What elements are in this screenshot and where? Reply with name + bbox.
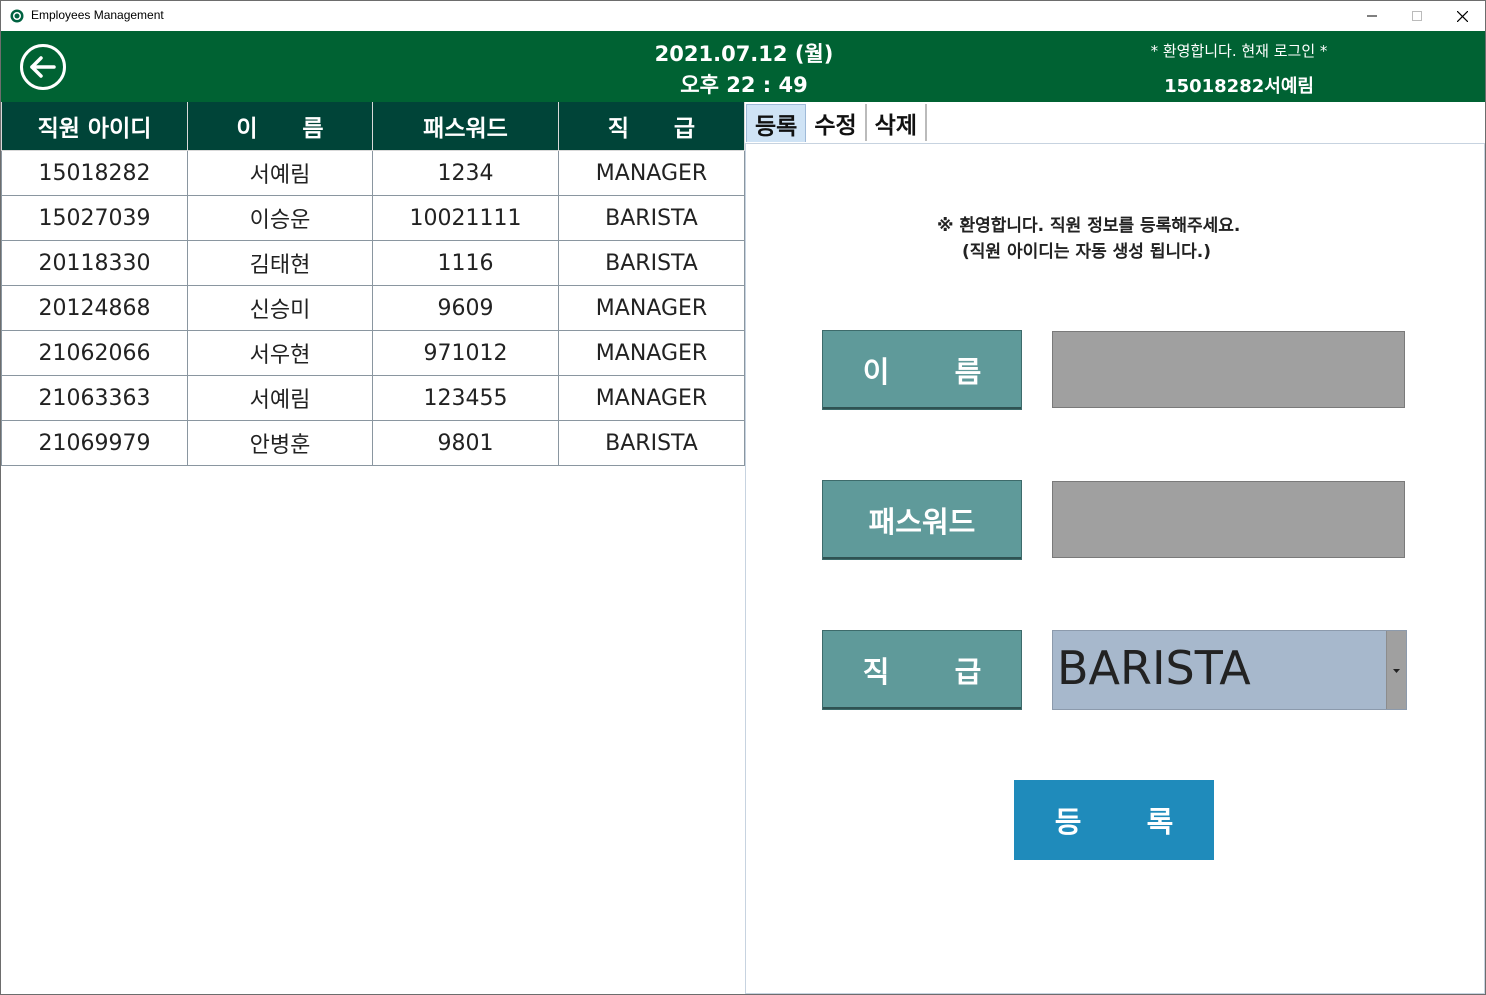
starbucks-logo-icon [10, 9, 24, 23]
minimize-icon [1367, 15, 1377, 17]
grade-selected-value: BARISTA [1057, 641, 1251, 695]
table-row[interactable]: 21063363 서예림 123455 MANAGER [1, 375, 745, 421]
cell-name[interactable]: 이승운 [187, 195, 373, 241]
cell-password[interactable]: 1116 [372, 240, 559, 286]
register-notice-sub: (직원 아이디는 자동 생성 됩니다.) [962, 242, 1211, 262]
table-row[interactable]: 20118330 김태현 1116 BARISTA [1, 240, 745, 286]
employee-table: 직원 아이디 이 름 패스워드 직 급 15018282 서예림 1234 MA… [1, 102, 745, 466]
cell-employee-id[interactable]: 21069979 [1, 420, 188, 466]
cell-employee-id[interactable]: 21063363 [1, 375, 188, 421]
column-header-name[interactable]: 이 름 [187, 102, 373, 151]
cell-password[interactable]: 9801 [372, 420, 559, 466]
column-header-password[interactable]: 패스워드 [372, 102, 559, 151]
table-row[interactable]: 21062066 서우현 971012 MANAGER [1, 330, 745, 376]
chevron-down-icon [1393, 669, 1400, 673]
cell-grade[interactable]: BARISTA [558, 240, 745, 286]
cell-password[interactable]: 9609 [372, 285, 559, 331]
cell-name[interactable]: 서예림 [187, 150, 373, 196]
logged-in-user: 15018282서예림 [1164, 76, 1314, 97]
close-button[interactable] [1439, 1, 1485, 31]
name-input[interactable] [1052, 331, 1405, 408]
cell-name[interactable]: 신승미 [187, 285, 373, 331]
table-row[interactable]: 15027039 이승운 10021111 BARISTA [1, 195, 745, 241]
table-row[interactable]: 15018282 서예림 1234 MANAGER [1, 150, 745, 196]
column-header-id[interactable]: 직원 아이디 [1, 102, 188, 151]
cell-password[interactable]: 10021111 [372, 195, 559, 241]
cell-name[interactable]: 서예림 [187, 375, 373, 421]
maximize-button[interactable] [1394, 1, 1440, 31]
register-notice: ※ 환영합니다. 직원 정보를 등록해주세요. [937, 216, 1241, 236]
table-header-row: 직원 아이디 이 름 패스워드 직 급 [1, 102, 745, 151]
cell-name[interactable]: 김태현 [187, 240, 373, 286]
cell-employee-id[interactable]: 20118330 [1, 240, 188, 286]
minimize-button[interactable] [1349, 1, 1395, 31]
close-icon [1456, 10, 1468, 22]
cell-password[interactable]: 123455 [372, 375, 559, 421]
app-window: Employees Management 2021.07.12 (월) 오후 2… [0, 0, 1486, 995]
password-input[interactable] [1052, 481, 1405, 558]
cell-name[interactable]: 안병훈 [187, 420, 373, 466]
window-title: Employees Management [31, 8, 164, 22]
register-panel [745, 143, 1485, 994]
cell-grade[interactable]: BARISTA [558, 195, 745, 241]
title-bar: Employees Management [1, 1, 1485, 31]
cell-grade[interactable]: MANAGER [558, 150, 745, 196]
app-header: 2021.07.12 (월) 오후 22 : 49 * 환영합니다. 현재 로그… [1, 31, 1485, 102]
dropdown-button[interactable] [1386, 631, 1406, 709]
welcome-text: * 환영합니다. 현재 로그인 * [1150, 42, 1328, 60]
grade-select[interactable]: BARISTA [1052, 630, 1407, 710]
password-label: 패스워드 [822, 480, 1022, 560]
cell-employee-id[interactable]: 21062066 [1, 330, 188, 376]
tab-delete[interactable]: 삭제 [866, 104, 927, 141]
cell-grade[interactable]: MANAGER [558, 375, 745, 421]
register-button[interactable]: 등 록 [1014, 780, 1214, 860]
table-row[interactable]: 21069979 안병훈 9801 BARISTA [1, 420, 745, 466]
cell-grade[interactable]: MANAGER [558, 330, 745, 376]
cell-grade[interactable]: BARISTA [558, 420, 745, 466]
maximize-icon [1412, 11, 1422, 21]
cell-password[interactable]: 971012 [372, 330, 559, 376]
tab-bar: 등록 수정 삭제 [746, 104, 927, 142]
tab-edit[interactable]: 수정 [806, 104, 867, 141]
column-header-grade[interactable]: 직 급 [558, 102, 745, 151]
tab-register[interactable]: 등록 [746, 104, 807, 142]
cell-employee-id[interactable]: 20124868 [1, 285, 188, 331]
cell-grade[interactable]: MANAGER [558, 285, 745, 331]
table-row[interactable]: 20124868 신승미 9609 MANAGER [1, 285, 745, 331]
grade-label: 직 급 [822, 630, 1022, 710]
cell-employee-id[interactable]: 15027039 [1, 195, 188, 241]
cell-employee-id[interactable]: 15018282 [1, 150, 188, 196]
name-label: 이 름 [822, 330, 1022, 410]
cell-password[interactable]: 1234 [372, 150, 559, 196]
cell-name[interactable]: 서우현 [187, 330, 373, 376]
